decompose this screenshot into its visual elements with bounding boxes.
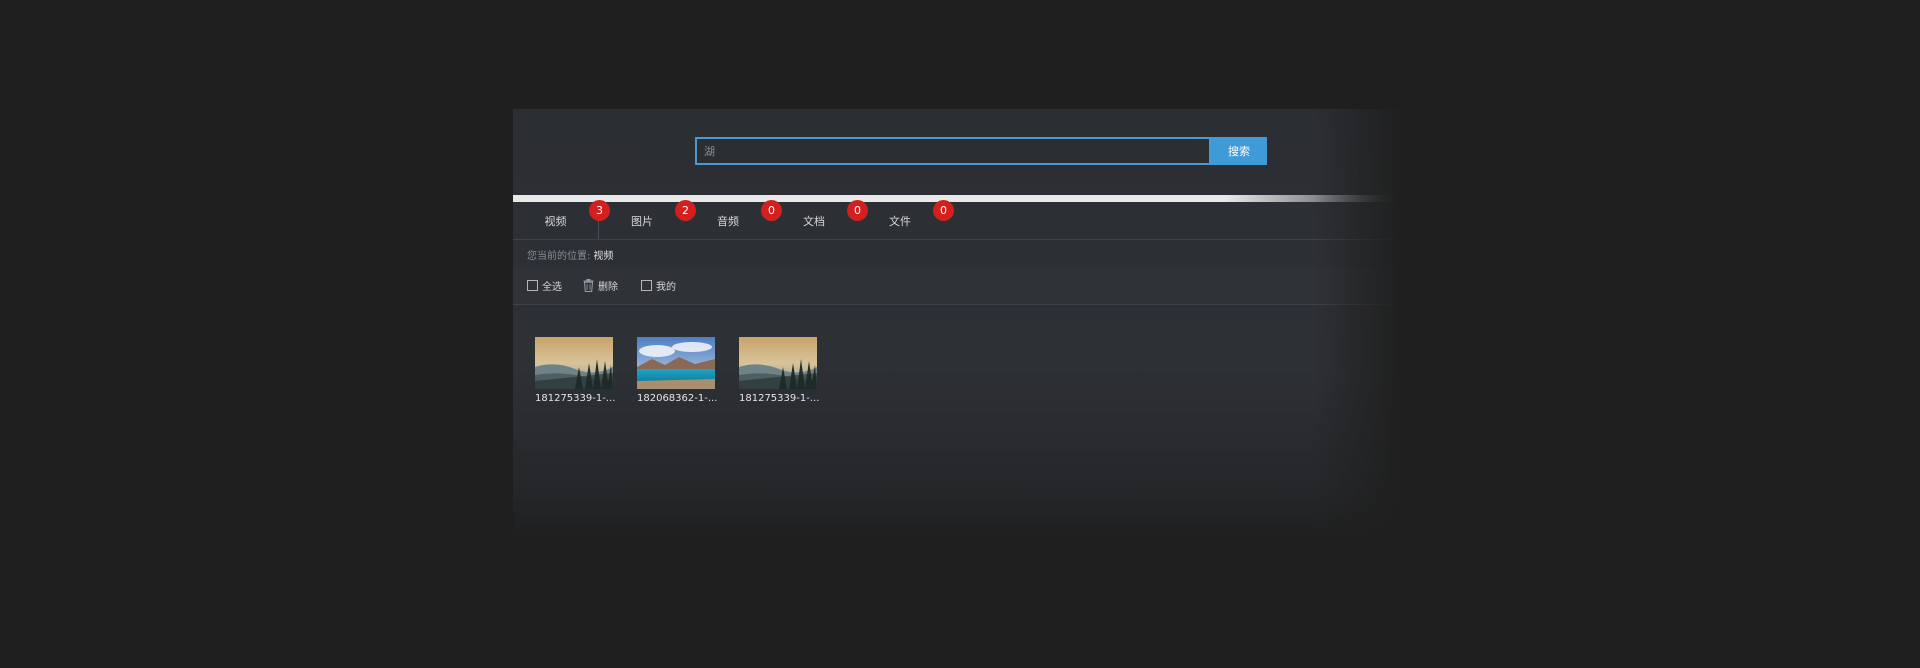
foggy-lake-forest-thumbnail[interactable] (739, 337, 817, 389)
breadcrumb: 您当前的位置: 视频 (527, 247, 613, 262)
select-all-checkbox[interactable]: 全选 (527, 267, 562, 304)
file-item[interactable]: 182068362-1-... (637, 337, 718, 404)
tab-document[interactable]: 文档 (771, 202, 857, 239)
tab-label: 文件 (889, 214, 911, 228)
tab-label: 音频 (717, 214, 739, 228)
delete-label: 删除 (598, 282, 618, 293)
checkbox-icon[interactable] (527, 280, 538, 291)
tab-video[interactable]: 视频 (513, 202, 599, 239)
breadcrumb-prefix: 您当前的位置: (527, 251, 591, 262)
tab-label: 视频 (544, 214, 567, 228)
search-bar: 搜索 (695, 137, 1267, 165)
mine-checkbox[interactable]: 我的 (641, 267, 676, 304)
tab-file[interactable]: 文件 (857, 202, 943, 239)
file-name: 181275339-1-... (739, 393, 820, 404)
search-input[interactable] (695, 137, 1211, 165)
select-all-label: 全选 (542, 282, 562, 293)
file-name: 181275339-1-... (535, 393, 616, 404)
breadcrumb-current[interactable]: 视频 (593, 251, 613, 262)
file-item[interactable]: 181275339-1-... (739, 337, 820, 404)
tab-file-count-badge: 0 (933, 200, 954, 221)
search-button[interactable]: 搜索 (1211, 137, 1267, 165)
media-library-panel: 搜索 视频 3 图片 2 音频 0 文档 0 文件 0 您当前的位置:视频 全选 (513, 109, 1404, 539)
header-divider (513, 195, 1404, 202)
toolbar: 全选 删除 我的 (513, 267, 1404, 305)
tab-image[interactable]: 图片 (599, 202, 685, 239)
category-tabs: 视频 3 图片 2 音频 0 文档 0 文件 0 (513, 200, 1404, 240)
delete-button[interactable]: 删除 (583, 267, 618, 304)
foggy-lake-forest-thumbnail[interactable] (535, 337, 613, 389)
file-name: 182068362-1-... (637, 393, 718, 404)
file-item[interactable]: 181275339-1-... (535, 337, 616, 404)
tab-label: 图片 (631, 214, 653, 228)
tab-audio[interactable]: 音频 (685, 202, 771, 239)
turquoise-mountain-lake-thumbnail[interactable] (637, 337, 715, 389)
trash-icon (583, 279, 594, 292)
checkbox-icon[interactable] (641, 280, 652, 291)
tab-label: 文档 (803, 214, 825, 228)
mine-label: 我的 (656, 282, 676, 293)
